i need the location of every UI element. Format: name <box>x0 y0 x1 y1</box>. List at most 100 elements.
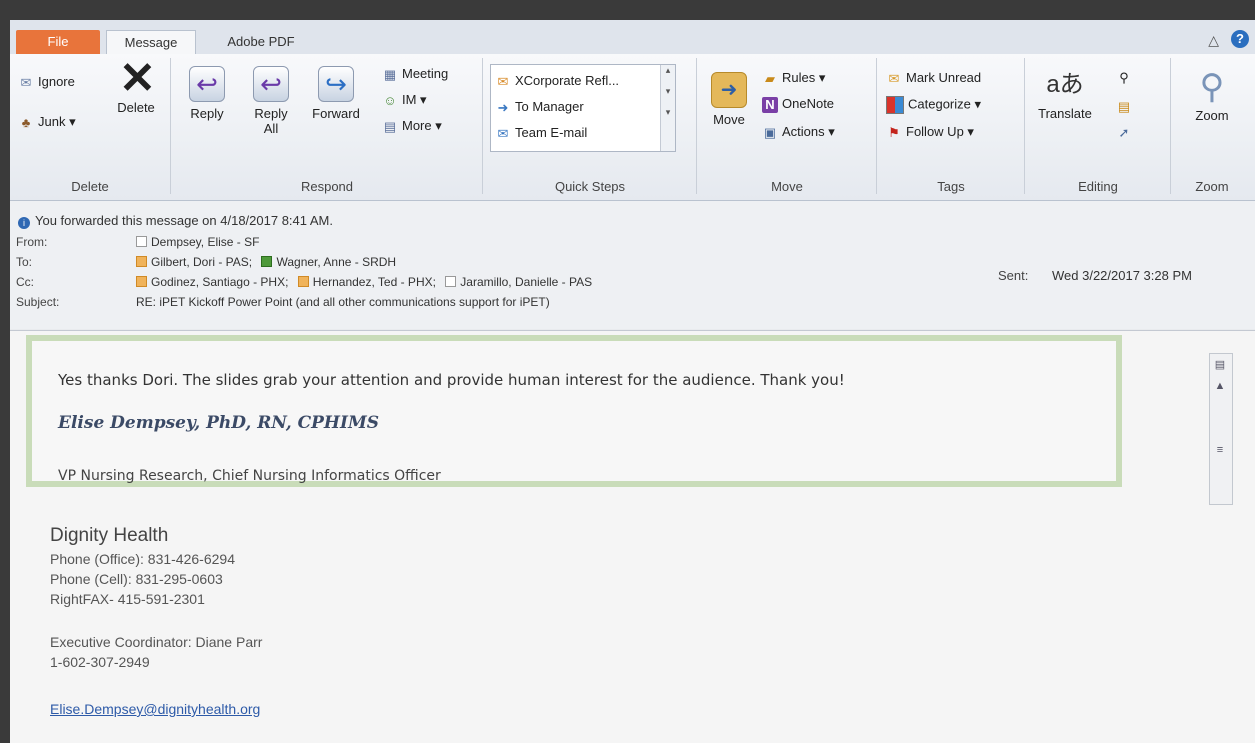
reply-all-icon: ↩ <box>253 66 289 102</box>
more-button[interactable]: ▤ More ▾ <box>382 118 442 135</box>
help-icon[interactable]: ? <box>1231 30 1249 48</box>
to-label: To: <box>16 255 33 269</box>
select-cursor-icon: ➚ <box>1118 124 1130 140</box>
cc-recipient: Jaramillo, Danielle - PAS <box>460 275 593 289</box>
im-button[interactable]: ☺ IM ▾ <box>382 92 427 109</box>
from-name: Dempsey, Elise - SF <box>151 235 260 249</box>
to-recipient: Gilbert, Dori - PAS; <box>151 255 253 269</box>
delete-group-label: Delete <box>71 179 109 194</box>
mark-unread-label: Mark Unread <box>906 70 982 85</box>
sent-label: Sent: <box>998 268 1029 283</box>
from-value[interactable]: Dempsey, Elise - SF <box>136 235 259 249</box>
actions-button[interactable]: ▣ Actions ▾ <box>762 124 835 141</box>
move-folder-icon: ➜ <box>711 72 747 108</box>
presence-icon <box>136 256 147 267</box>
more-respond-icon: ▤ <box>383 118 397 134</box>
translate-label: Translate <box>1038 106 1092 121</box>
editing-group: aあ Translate ⚲ ▤ ➚ Editing <box>1026 58 1171 194</box>
translate-icon: aあ <box>1046 71 1084 98</box>
ignore-button[interactable]: ✉ Ignore <box>18 74 75 91</box>
zoom-button[interactable]: ⚲ Zoom <box>1182 70 1242 123</box>
message-header: i You forwarded this message on 4/18/2017… <box>10 201 1255 329</box>
fax: RightFAX- 415-591-2301 <box>50 591 205 607</box>
scroll-grip-icon[interactable]: ≡ <box>1212 444 1228 456</box>
presence-icon <box>445 276 457 287</box>
zoom-group-label: Zoom <box>1195 179 1229 194</box>
scroll-up-icon[interactable]: ▲ <box>1212 380 1228 392</box>
subject-label: Subject: <box>16 295 60 309</box>
im-label: IM ▾ <box>402 92 427 107</box>
ribbon: ✉ Ignore ♣ Junk ▾ ✕ Delete Delete ↩ Reply … <box>10 54 1255 201</box>
replace-icon: ▤ <box>1117 98 1131 114</box>
meeting-label: Meeting <box>402 66 449 81</box>
tab-adobe-pdf[interactable]: Adobe PDF <box>206 30 316 54</box>
forward-button[interactable]: ↪ Forward <box>306 66 366 121</box>
zoom-group: ⚲ Zoom Zoom <box>1172 58 1252 194</box>
follow-up-label: Follow Up ▾ <box>906 124 974 139</box>
select-button[interactable]: ➚ <box>1116 124 1136 141</box>
forward-icon: ↪ <box>318 66 354 102</box>
cc-value[interactable]: Godinez, Santiago - PHX; Hernandez, Ted … <box>136 275 592 289</box>
tab-message[interactable]: Message <box>106 30 196 54</box>
move-group-label: Move <box>771 179 803 194</box>
follow-up-button[interactable]: ⚑ Follow Up ▾ <box>886 124 974 141</box>
flag-icon: ⚑ <box>888 124 900 140</box>
actions-label: Actions ▾ <box>782 124 835 139</box>
onenote-icon: N <box>762 96 778 113</box>
signature-name: Elise Dempsey, PhD, RN, CPHIMS <box>58 413 380 433</box>
translate-button[interactable]: aあ Translate <box>1030 68 1100 121</box>
move-button[interactable]: ➜ Move <box>704 72 754 127</box>
find-button[interactable]: ⚲ <box>1116 70 1136 86</box>
presence-icon <box>136 276 147 287</box>
onenote-button[interactable]: N OneNote <box>762 96 834 113</box>
meeting-button[interactable]: ▦ Meeting <box>382 66 448 83</box>
rules-icon: ▰ <box>765 70 775 86</box>
reply-text: Yes thanks Dori. The slides grab your at… <box>58 371 845 389</box>
reply-button[interactable]: ↩ Reply <box>182 66 232 121</box>
delete-button[interactable]: ✕ Delete <box>110 54 162 116</box>
quick-steps-scroll[interactable]: ▴ ▾ ▾ <box>660 65 675 151</box>
quick-step-corporate[interactable]: ✉ XCorporate Refl... <box>495 73 620 90</box>
binoculars-icon: ⚲ <box>1119 70 1129 85</box>
reply-all-button[interactable]: ↩ Reply All <box>244 66 298 136</box>
to-manager-icon: ➜ <box>497 99 509 115</box>
to-value[interactable]: Gilbert, Dori - PAS; Wagner, Anne - SRDH <box>136 255 396 269</box>
delete-x-icon: ✕ <box>119 54 156 103</box>
delete-group: ✉ Ignore ♣ Junk ▾ ✕ Delete Delete <box>10 54 171 194</box>
reply-all-label-2: All <box>263 121 279 136</box>
cc-recipient: Hernandez, Ted - PHX; <box>312 275 436 289</box>
from-label: From: <box>16 235 48 249</box>
rules-button[interactable]: ▰ Rules ▾ <box>762 70 825 87</box>
forwarded-notice-text: You forwarded this message on 4/18/2017 … <box>35 213 333 228</box>
email-link[interactable]: Elise.Dempsey@dignityhealth.org <box>50 701 260 717</box>
mark-unread-button[interactable]: ✉ Mark Unread <box>886 70 982 87</box>
tags-group-label: Tags <box>937 179 965 194</box>
sent-value: Wed 3/22/2017 3:28 PM <box>1052 268 1192 283</box>
reply-icon: ↩ <box>189 66 225 102</box>
executive-coordinator: Executive Coordinator: Diane Parr <box>50 634 263 650</box>
highlighted-reply: Yes thanks Dori. The slides grab your at… <box>26 335 1122 487</box>
respond-group-label: Respond <box>300 179 354 194</box>
mark-unread-icon: ✉ <box>888 70 900 86</box>
message-body[interactable]: Yes thanks Dori. The slides grab your at… <box>10 330 1255 743</box>
magnifier-icon: ⚲ <box>1199 68 1225 106</box>
scroll-menu-icon[interactable]: ▤ <box>1212 358 1228 371</box>
reply-label: Reply <box>190 106 224 121</box>
respond-group: ↩ Reply ↩ Reply All ↪ Forward ▦ Meeting ☺… <box>172 58 483 194</box>
categorize-icon <box>886 96 904 114</box>
quick-step-team-email[interactable]: ✉ Team E-mail <box>495 125 588 142</box>
cc-label: Cc: <box>16 275 34 289</box>
outlook-window: File Message Adobe PDF △ ? ✉ Ignore ♣ Junk… <box>10 20 1255 743</box>
categorize-button[interactable]: Categorize ▾ <box>886 96 981 114</box>
junk-button[interactable]: ♣ Junk ▾ <box>18 114 76 131</box>
replace-button[interactable]: ▤ <box>1116 98 1136 115</box>
minimize-ribbon-icon[interactable]: △ <box>1208 32 1219 49</box>
quick-step-to-manager[interactable]: ➜ To Manager <box>495 99 584 116</box>
body-scrollbar[interactable]: ▤ ▲ ≡ <box>1209 353 1233 505</box>
tab-file[interactable]: File <box>16 30 100 54</box>
cc-recipient: Godinez, Santiago - PHX; <box>151 275 289 289</box>
quick-step-team-email-label: Team E-mail <box>515 125 588 140</box>
im-icon: ☺ <box>383 92 397 108</box>
quick-step-to-manager-label: To Manager <box>515 99 584 114</box>
more-label: More ▾ <box>402 118 442 133</box>
